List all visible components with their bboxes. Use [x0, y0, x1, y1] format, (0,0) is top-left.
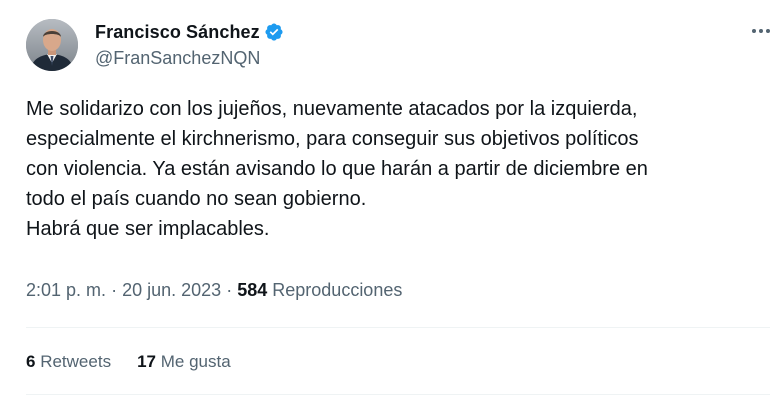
tweet-text-line: Habrá que ser implacables.	[26, 218, 270, 240]
tweet-text-line: con violencia. Ya están avisando lo que …	[26, 158, 648, 180]
tweet-meta: 2:01 p. m. · 20 jun. 2023 · 584 Reproduc…	[26, 280, 402, 301]
tweet-text-line: especialmente el kirchnerismo, para cons…	[26, 128, 639, 150]
more-options-icon[interactable]	[752, 26, 770, 36]
retweets-count: 6	[26, 352, 36, 371]
tweet-text: Me solidarizo con los jujeños, nuevament…	[26, 94, 766, 244]
divider	[26, 327, 770, 328]
likes-count: 17	[137, 352, 156, 371]
tweet-text-line: todo el país cuando no sean gobierno.	[26, 188, 367, 210]
author-display-name[interactable]: Francisco Sánchez	[95, 22, 260, 43]
avatar-photo-icon	[26, 19, 78, 71]
tweet-stats: 6 Retweets 17 Me gusta	[26, 352, 257, 372]
likes-stat[interactable]: 17 Me gusta	[137, 352, 231, 372]
retweets-label: Retweets	[40, 352, 112, 371]
author-handle[interactable]: @FranSanchezNQN	[95, 48, 260, 69]
verified-badge-icon	[264, 22, 284, 42]
meta-separator: ·	[111, 280, 118, 300]
meta-separator: ·	[226, 280, 233, 300]
avatar[interactable]	[26, 19, 78, 71]
divider	[26, 394, 770, 395]
views-count: 584	[237, 280, 268, 300]
author-name-row: Francisco Sánchez	[95, 19, 284, 45]
tweet-time[interactable]: 2:01 p. m.	[26, 280, 106, 300]
views-label: Reproducciones	[272, 280, 403, 300]
tweet-text-line: Me solidarizo con los jujeños, nuevament…	[26, 98, 638, 120]
tweet-card: Francisco Sánchez @FranSanchezNQN Me sol…	[0, 0, 770, 408]
likes-label: Me gusta	[160, 352, 231, 371]
tweet-date[interactable]: 20 jun. 2023	[122, 280, 221, 300]
retweets-stat[interactable]: 6 Retweets	[26, 352, 111, 372]
